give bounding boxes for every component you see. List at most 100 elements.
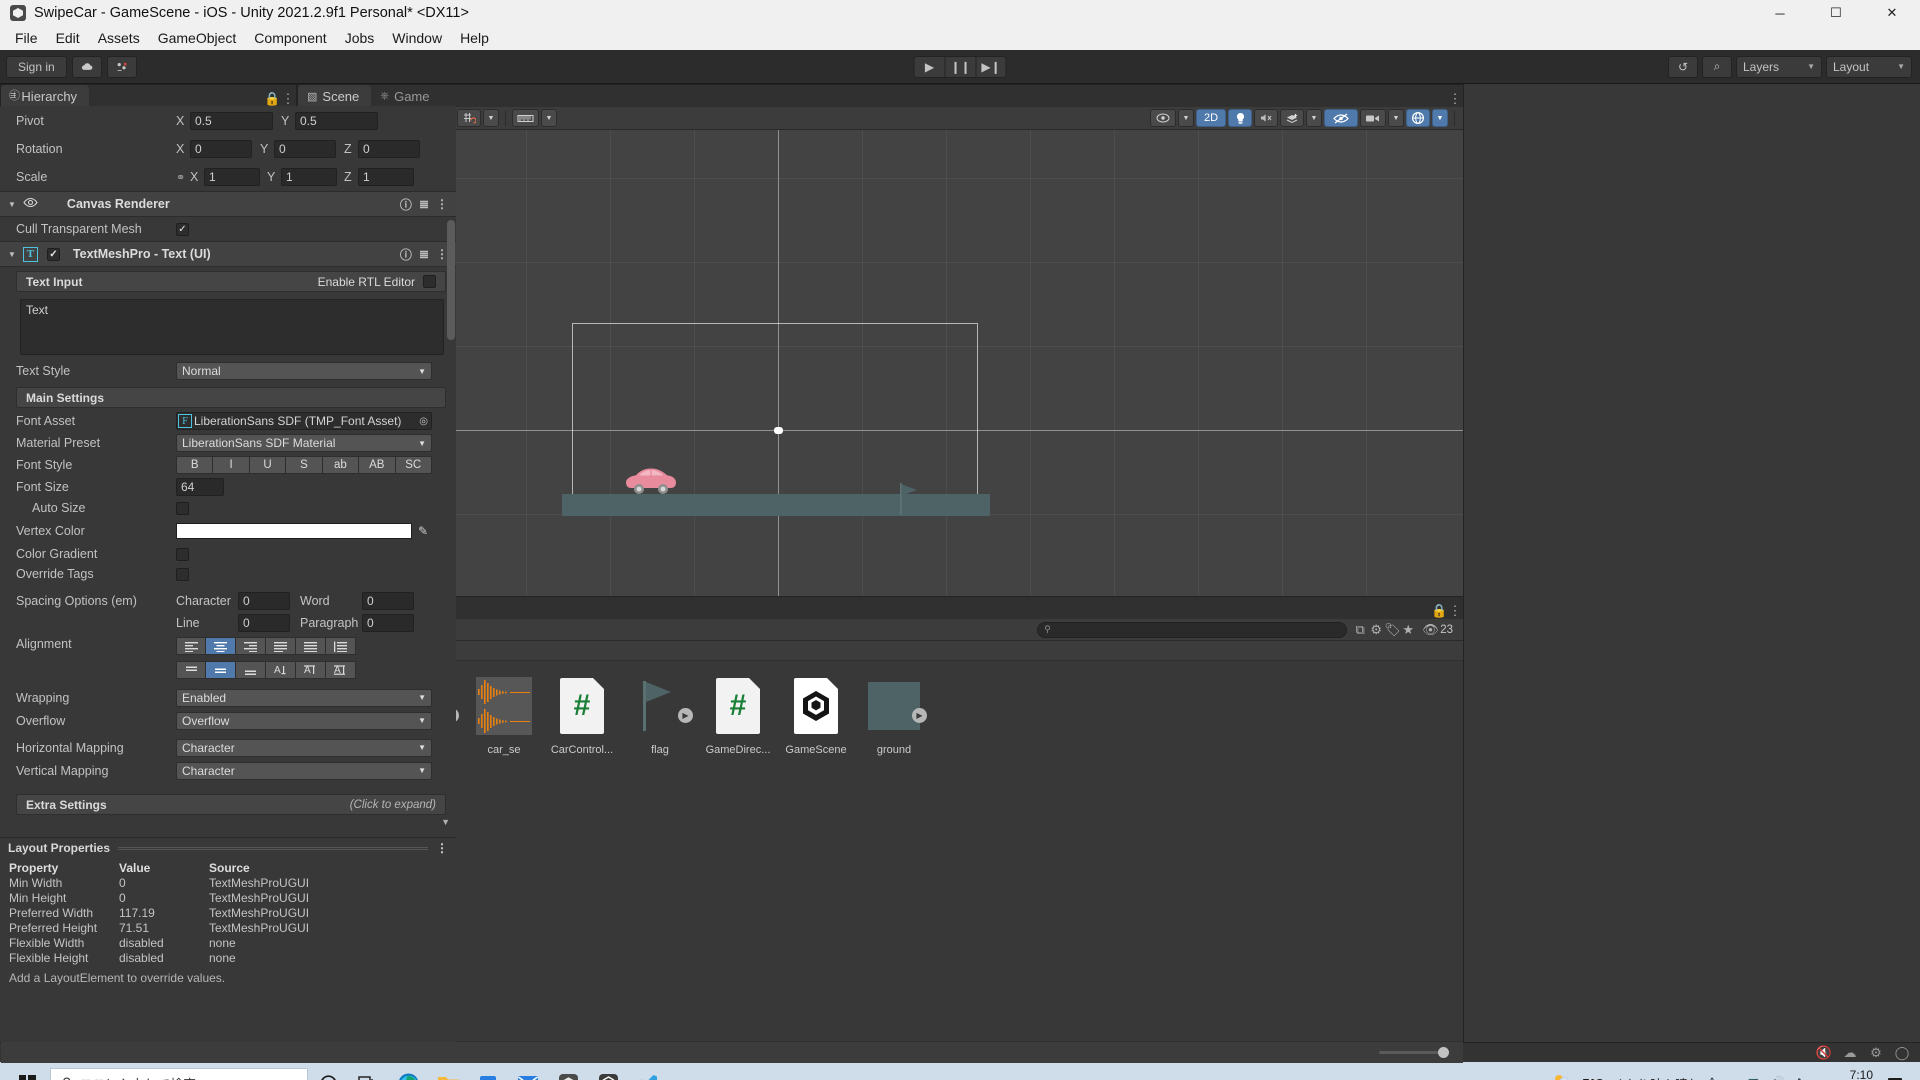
scene-audio-toggle[interactable] [1254,109,1278,127]
font-asset-field[interactable]: F LiberationSans SDF (TMP_Font Asset) ◎ [176,412,432,430]
save-search-icon[interactable]: ⧉ [1352,622,1368,638]
align-horizontal-0-button[interactable] [176,637,206,655]
canvas-renderer-header[interactable]: ▼ Canvas Renderer ⓘ ≣ ⋮ [0,191,456,217]
menu-gameobject[interactable]: GameObject [149,28,246,48]
scene-lighting-toggle[interactable] [1228,109,1252,127]
object-picker-icon[interactable]: ◎ [419,416,428,427]
color-gradient-checkbox[interactable] [176,548,189,561]
align-vertical-2-button[interactable] [236,661,266,679]
align-horizontal-4-button[interactable] [296,637,326,655]
asset-preview-badge[interactable]: ▶ [912,708,927,723]
grid-snap-button[interactable] [457,109,481,127]
menu-assets[interactable]: Assets [89,28,149,48]
foldout-arrow-icon[interactable]: ▼ [8,200,16,209]
spacing-word-field[interactable]: 0 [362,592,414,610]
cloud-icon[interactable] [72,56,102,78]
shading-mode-dropdown[interactable]: ▼ [1178,109,1194,127]
ruler-button[interactable] [512,109,539,127]
icon-size-slider[interactable] [1379,1051,1449,1054]
ime-icon[interactable]: A [1795,1075,1804,1080]
panel-menu-icon[interactable]: ⋮ [280,91,296,107]
overflow-select[interactable]: Overflow ▼ [176,712,432,730]
favorite-filter-icon[interactable]: ★ [1400,622,1416,638]
extra-settings-header[interactable]: Extra Settings (Click to expand) [16,794,446,815]
asset-item[interactable]: #CarControl... [543,675,621,756]
asset-item[interactable]: GameScene [777,675,855,756]
store-icon[interactable] [468,1063,508,1080]
menu-window[interactable]: Window [383,28,451,48]
project-search-input[interactable]: ⚲ [1037,622,1347,638]
start-button[interactable] [4,1075,50,1080]
vertical-mapping-select[interactable]: Character ▼ [176,762,432,780]
text-style-select[interactable]: Normal ▼ [176,362,432,380]
taskbar-clock[interactable]: 7:10 2022/03/01 [1813,1068,1873,1080]
step-button[interactable]: ▶❙ [976,56,1007,78]
foldout-arrow-icon[interactable]: ▼ [8,250,16,259]
font-style-sc-button[interactable]: SC [396,456,432,474]
align-vertical-0-button[interactable] [176,661,206,679]
pivot-y-field[interactable]: 0.5 [295,112,378,130]
scale-z-field[interactable]: 1 [358,168,414,186]
menu-edit[interactable]: Edit [47,28,89,48]
gizmos-toggle[interactable] [1406,109,1430,127]
lock-icon[interactable]: 🔒 [264,91,280,107]
explorer-icon[interactable] [428,1063,468,1080]
tray-expand-icon[interactable]: ^ [1709,1076,1715,1080]
text-input-header[interactable]: Text Input Enable RTL Editor [16,271,446,292]
sign-in-button[interactable]: Sign in [6,56,67,78]
hidden-packages-indicator[interactable]: 👁 23 [1422,622,1453,638]
align-vertical-4-button[interactable]: A [296,661,326,679]
asset-item[interactable]: #GameDirec... [699,675,777,756]
align-horizontal-5-button[interactable] [326,637,356,655]
eyedropper-icon[interactable]: ✎ [418,524,428,538]
text-input-textarea[interactable]: Text [20,299,444,355]
scale-y-field[interactable]: 1 [281,168,337,186]
wrapping-select[interactable]: Enabled ▼ [176,689,432,707]
task-view-icon[interactable] [348,1063,388,1080]
project-lock-icon[interactable]: 🔒 [1431,603,1447,619]
asset-item[interactable]: ▶flag [621,675,699,756]
undo-history-icon[interactable]: ↺ [1668,56,1698,78]
align-vertical-1-button[interactable] [206,661,236,679]
font-style-i-button[interactable]: I [213,456,249,474]
rotation-y-field[interactable]: 0 [274,140,336,158]
volume-icon[interactable]: 🔊 [1770,1076,1786,1080]
pivot-handle[interactable] [774,427,783,434]
maximize-button[interactable]: ☐ [1808,0,1864,26]
ruler-dropdown[interactable]: ▼ [541,109,557,127]
align-horizontal-3-button[interactable] [266,637,296,655]
font-style-ab-button[interactable]: ab [323,456,359,474]
asset-item[interactable]: ▶ground [855,675,933,756]
preset-icon[interactable]: ≣ [419,247,429,261]
align-horizontal-1-button[interactable] [206,637,236,655]
2d-toggle[interactable]: 2D [1196,109,1226,127]
asset-type-filter-icon[interactable]: ⚙ [1368,622,1384,638]
project-panel-menu-icon[interactable]: ⋮ [1447,603,1463,619]
align-vertical-3-button[interactable]: A [266,661,296,679]
font-style-ab-button[interactable]: AB [359,456,395,474]
font-size-field[interactable]: 64 [176,478,224,496]
menu-file[interactable]: File [6,28,47,48]
align-vertical-5-button[interactable]: A [326,661,356,679]
asset-item[interactable]: car_se [465,675,543,756]
rotation-z-field[interactable]: 0 [358,140,420,158]
scale-link-icon[interactable]: ⚭ [176,171,190,184]
spacing-character-field[interactable]: 0 [238,592,290,610]
shading-mode-button[interactable] [1150,109,1176,127]
component-scroll-down-icon[interactable]: ▼ [0,817,456,833]
vscode-icon[interactable] [628,1063,668,1080]
scene-camera-button[interactable] [1360,109,1386,127]
preset-icon[interactable]: ≣ [419,197,429,211]
code-optimization-icon[interactable]: ⚙ [1866,1045,1886,1061]
spacing-paragraph-field[interactable]: 0 [362,614,414,632]
align-horizontal-2-button[interactable] [236,637,266,655]
close-button[interactable]: ✕ [1864,0,1920,26]
taskbar-search-input[interactable]: ⚲ ここに入力して検索 [50,1068,308,1080]
cull-transparent-mesh-checkbox[interactable] [176,223,189,236]
search-icon[interactable]: ⌕ [1702,56,1732,78]
gizmos-dropdown[interactable]: ▼ [1432,109,1448,127]
layers-dropdown[interactable]: Layers ▼ [1736,56,1822,78]
scene-canvas[interactable]: ━ [298,130,1463,617]
scale-x-field[interactable]: 1 [204,168,260,186]
main-settings-header[interactable]: Main Settings [16,387,446,408]
